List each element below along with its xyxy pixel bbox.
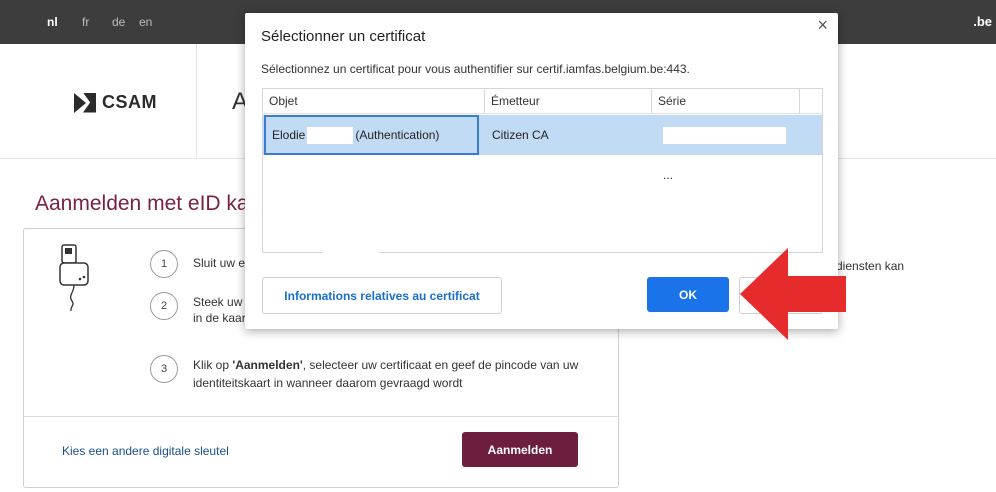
cell-serial: ... (663, 115, 793, 182)
redaction-block (307, 127, 354, 145)
cell-issuer: Citizen CA (492, 128, 549, 142)
lang-fr[interactable]: fr (82, 15, 89, 29)
other-digital-key-link[interactable]: Kies een andere digitale sleutel (62, 444, 229, 458)
step-2-line2: in de kaar (193, 311, 246, 325)
step-3-number: 3 (150, 355, 178, 383)
certificate-name: Elodie (272, 128, 306, 142)
certificate-table: Objet Émetteur Série Elodie (Authenticati… (262, 88, 823, 255)
column-header-object[interactable]: Objet (263, 89, 485, 113)
column-header-serial[interactable]: Série (652, 89, 800, 113)
lang-de[interactable]: de (112, 15, 125, 29)
table-row[interactable]: Elodie (Authentication) Citizen CA ... (263, 115, 822, 182)
close-icon[interactable]: × (817, 15, 828, 36)
step-1-text: Sluit uw e (193, 256, 246, 270)
page-title: Aanmelden met eID ka (35, 192, 249, 215)
belgium-brand[interactable]: .be (973, 14, 992, 29)
red-arrow-icon (740, 248, 846, 340)
cell-object: Elodie (Authentication) (264, 115, 479, 155)
step-2-number: 2 (150, 292, 178, 320)
certificate-type: (Authentication) (355, 128, 440, 142)
table-scroll-edge (323, 252, 379, 255)
dialog-title: Sélectionner un certificat (261, 28, 426, 45)
panel-divider (24, 416, 618, 417)
card-reader-icon (59, 244, 89, 312)
ok-button[interactable]: OK (647, 277, 729, 312)
csam-logo-icon (74, 92, 96, 113)
column-header-issuer[interactable]: Émetteur (485, 89, 652, 113)
redaction-block (663, 127, 786, 145)
header-divider (196, 44, 197, 158)
lang-en[interactable]: en (139, 15, 152, 29)
certificate-info-button[interactable]: Informations relatives au certificat (262, 277, 502, 314)
login-button[interactable]: Aanmelden (462, 432, 578, 467)
step-3-line1: Klik op 'Aanmelden', selecteer uw certif… (193, 358, 579, 372)
step-3-line2: identiteitskaart in wanneer daarom gevra… (193, 376, 463, 390)
csam-logo[interactable]: CSAM (74, 92, 157, 113)
dialog-description: Sélectionnez un certificat pour vous aut… (261, 62, 690, 76)
step-1-number: 1 (150, 250, 178, 278)
csam-logo-text: CSAM (102, 92, 157, 112)
lang-nl[interactable]: nl (47, 15, 58, 29)
